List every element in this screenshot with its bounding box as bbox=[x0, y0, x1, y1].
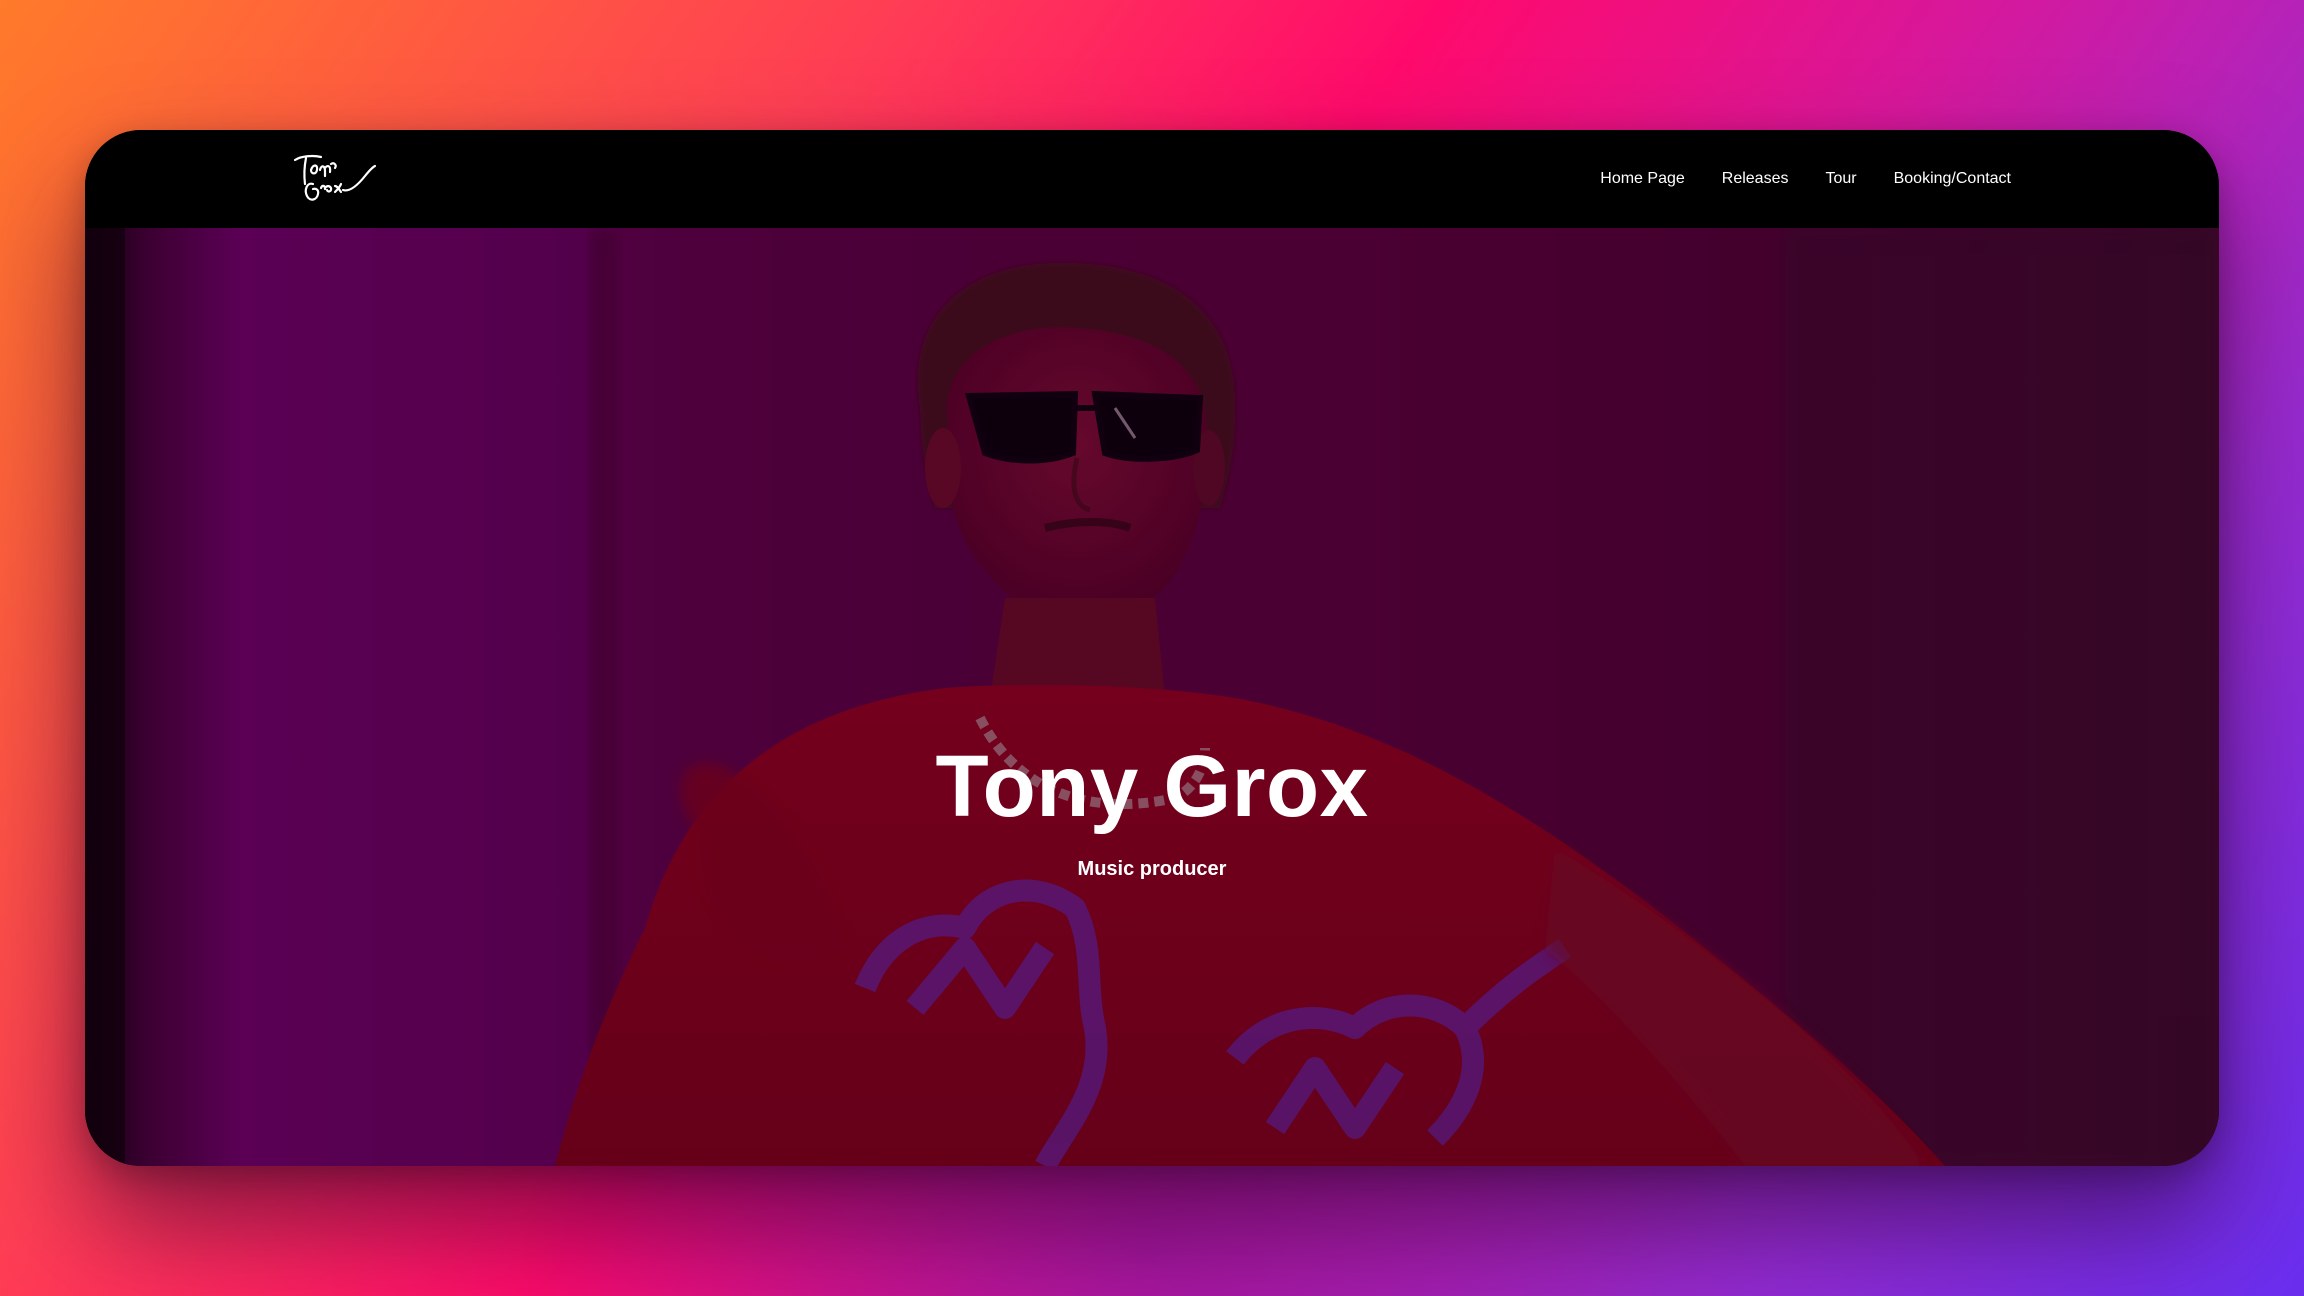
signature-logo-icon bbox=[293, 154, 377, 201]
main-nav: Home Page Releases Tour Booking/Contact bbox=[1600, 130, 2011, 228]
nav-booking-contact[interactable]: Booking/Contact bbox=[1894, 170, 2011, 188]
hero-title: Tony Grox bbox=[935, 738, 1369, 835]
nav-home-page[interactable]: Home Page bbox=[1600, 170, 1685, 188]
nav-tour[interactable]: Tour bbox=[1825, 170, 1856, 188]
nav-releases[interactable]: Releases bbox=[1722, 170, 1789, 188]
hero-subtitle: Music producer bbox=[1077, 858, 1227, 880]
site-logo[interactable] bbox=[291, 150, 377, 208]
browser-window: Home Page Releases Tour Booking/Contact bbox=[85, 130, 2219, 1166]
navbar: Home Page Releases Tour Booking/Contact bbox=[85, 130, 2219, 228]
hero-section: Tony Grox Music producer bbox=[85, 228, 2219, 1166]
artist-portrait-image bbox=[85, 228, 2219, 1166]
